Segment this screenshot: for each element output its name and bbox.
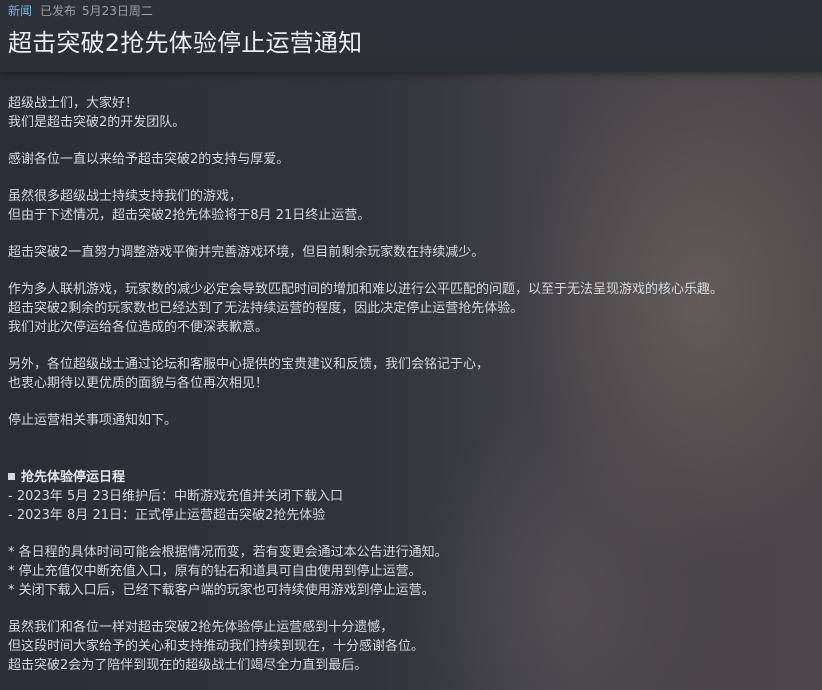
body-line: 超击突破2一直努力调整游戏平衡并完善游戏环境，但目前剩余玩家数在持续减少。 bbox=[8, 245, 485, 260]
news-meta: 新闻 已发布 5月23日周二 bbox=[8, 3, 153, 19]
body-line: 超级战士们，大家好！ bbox=[8, 96, 139, 111]
announcement-body: 超级战士们，大家好！ 我们是超击突破2的开发团队。 感谢各位一直以来给予超击突破… bbox=[8, 94, 808, 675]
body-line: 感谢各位一直以来给予超击突破2的支持与厚爱。 bbox=[8, 152, 290, 167]
note-item: * 各日程的具体时间可能会根据情况而变，若有变更会通过本公告进行通知。 bbox=[8, 545, 448, 560]
body-line: 虽然很多超级战士持续支持我们的游戏， bbox=[8, 189, 243, 204]
body-line: 但由于下述情况，超击突破2抢先体验将于8月 21日终止运营。 bbox=[8, 208, 371, 223]
body-line: 作为多人联机游戏，玩家数的减少必定会导致匹配时间的增加和难以进行公平匹配的问题，… bbox=[8, 282, 724, 297]
schedule-item: - 2023年 5月 23日维护后：中断游戏充值并关闭下载入口 bbox=[8, 489, 343, 504]
publish-date: 5月23日周二 bbox=[82, 4, 153, 18]
body-line: 但这段时间大家给予的关心和支持推动我们持续到现在，十分感谢各位。 bbox=[8, 639, 425, 654]
news-tag-link[interactable]: 新闻 bbox=[8, 4, 32, 18]
news-header: 新闻 已发布 5月23日周二 超击突破2抢先体验停止运营通知 bbox=[0, 0, 822, 72]
body-line: 超击突破2剩余的玩家数也已经达到了无法持续运营的程度，因此决定停止运营抢先体验。 bbox=[8, 301, 524, 316]
body-line: 另外，各位超级战士通过论坛和客服中心提供的宝贵建议和反馈，我们会铭记于心， bbox=[8, 357, 490, 372]
body-line: 我们是超击突破2的开发团队。 bbox=[8, 115, 186, 130]
body-line: 超击突破2会为了陪伴到现在的超级战士们竭尽全力直到最后。 bbox=[8, 658, 368, 673]
news-page: 新闻 已发布 5月23日周二 超击突破2抢先体验停止运营通知 超级战士们，大家好！ … bbox=[0, 0, 822, 690]
publish-status: 已发布 bbox=[40, 4, 77, 18]
body-line: 我们对此次停运给各位造成的不便深表歉意。 bbox=[8, 320, 269, 335]
schedule-heading-label: 抢先体验停运日程 bbox=[21, 470, 126, 485]
schedule-heading: 抢先体验停运日程 bbox=[8, 468, 808, 487]
body-line: 也衷心期待以更优质的面貌与各位再次相见！ bbox=[8, 376, 269, 391]
schedule-item: - 2023年 8月 21日：正式停止运营超击突破2抢先体验 bbox=[8, 508, 326, 523]
body-line: 停止运营相关事项通知如下。 bbox=[8, 413, 178, 428]
square-bullet-icon bbox=[8, 473, 15, 480]
note-item: * 停止充值仅中断充值入口，原有的钻石和道具可自由使用到停止运营。 bbox=[8, 564, 422, 579]
note-item: * 关闭下载入口后，已经下载客户端的玩家也可持续使用游戏到停止运营。 bbox=[8, 583, 435, 598]
body-line: 虽然我们和各位一样对超击突破2抢先体验停止运营感到十分遗憾， bbox=[8, 620, 394, 635]
page-title: 超击突破2抢先体验停止运营通知 bbox=[8, 29, 363, 57]
